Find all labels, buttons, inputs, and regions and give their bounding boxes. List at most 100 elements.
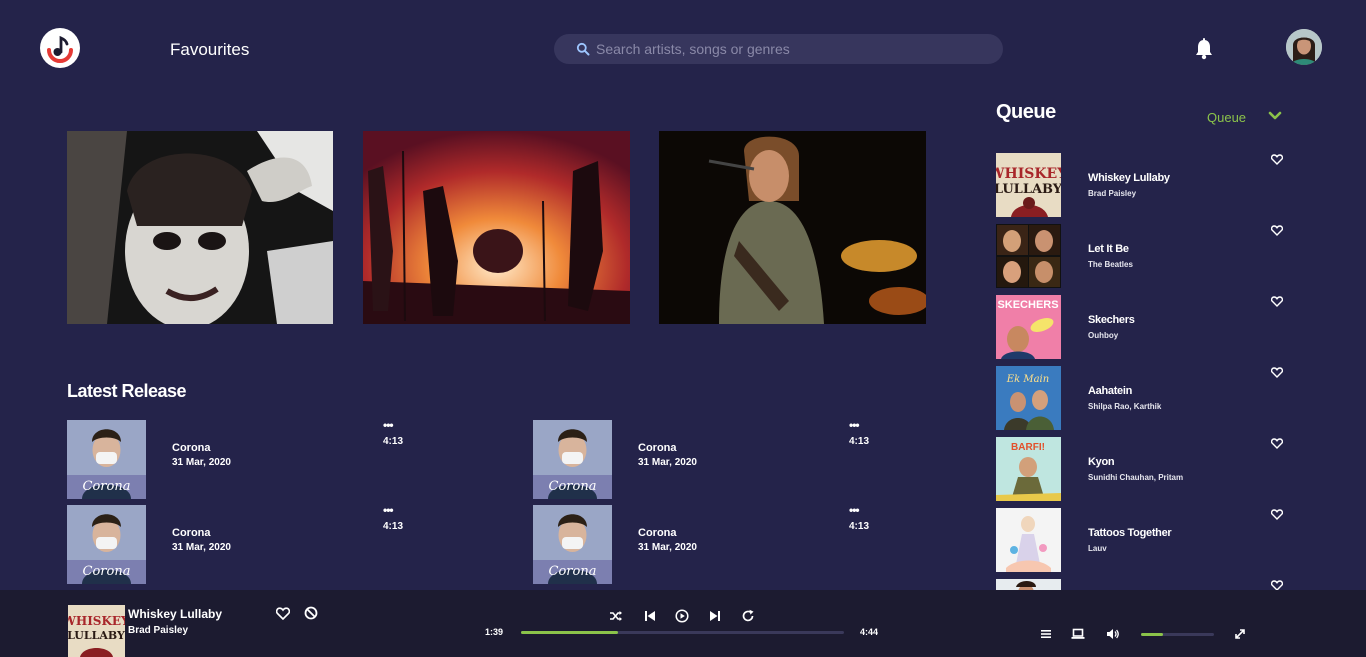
- heart-icon[interactable]: [1271, 367, 1283, 378]
- shuffle-button[interactable]: [609, 609, 623, 623]
- user-avatar[interactable]: [1286, 29, 1322, 65]
- block-button[interactable]: [304, 606, 318, 620]
- queue-item-title: Kyon: [1088, 456, 1115, 468]
- play-icon: [675, 609, 689, 623]
- queue-cover[interactable]: [996, 224, 1061, 288]
- corona-cover-image: Corona: [67, 420, 146, 499]
- queue-dropdown[interactable]: Queue: [1207, 110, 1246, 125]
- like-button[interactable]: [276, 607, 290, 620]
- release-item[interactable]: Corona Corona 31 Mar, 2020 ••• 4:13: [533, 503, 953, 585]
- block-icon: [304, 606, 318, 620]
- svg-text:Ek Main: Ek Main: [1006, 374, 1049, 385]
- featured-image: [67, 131, 333, 324]
- queue-cover[interactable]: [996, 579, 1061, 590]
- svg-text:WHISKEY: WHISKEY: [996, 166, 1061, 182]
- release-cover[interactable]: Corona: [533, 420, 612, 499]
- corona-cover-image: Corona: [533, 420, 612, 499]
- queue-cover[interactable]: BARFI!: [996, 437, 1061, 501]
- search-bar[interactable]: [554, 34, 1003, 64]
- release-item[interactable]: Corona Corona 31 Mar, 2020 ••• 4:13: [67, 418, 487, 500]
- play-button[interactable]: [675, 609, 689, 623]
- more-options-button[interactable]: •••: [849, 503, 860, 517]
- device-button[interactable]: [1071, 628, 1085, 640]
- repeat-button[interactable]: [741, 609, 755, 623]
- release-cover[interactable]: Corona: [67, 505, 146, 584]
- queue-item[interactable]: Tattoos Together Lauv: [996, 508, 1296, 573]
- queue-cover[interactable]: Ek Main: [996, 366, 1061, 430]
- queue-title: Queue: [996, 101, 1056, 123]
- release-title: Corona: [638, 442, 677, 454]
- avatar-image: [1286, 29, 1322, 65]
- release-cover[interactable]: Corona: [67, 420, 146, 499]
- svg-text:Corona: Corona: [549, 479, 597, 494]
- volume-slider[interactable]: [1141, 633, 1214, 636]
- elapsed-time: 1:39: [485, 627, 504, 637]
- now-playing-title: Whiskey Lullaby: [128, 607, 223, 621]
- skip-forward-icon: [710, 611, 720, 621]
- release-title: Corona: [172, 527, 211, 539]
- release-item[interactable]: Corona Corona 31 Mar, 2020 ••• 4:13: [67, 503, 487, 585]
- app-logo[interactable]: [40, 28, 80, 68]
- heart-icon[interactable]: [1271, 154, 1283, 165]
- release-duration: 4:13: [383, 436, 404, 447]
- previous-button[interactable]: [643, 609, 657, 623]
- queue-cover[interactable]: WHISKEY LULLABY: [996, 153, 1061, 217]
- featured-card[interactable]: [67, 131, 333, 324]
- heart-icon[interactable]: [1271, 438, 1283, 449]
- queue-item[interactable]: Ek Main Aahatein Shilpa Rao, Karthik: [996, 366, 1296, 431]
- heart-icon: [276, 607, 290, 620]
- release-title: Corona: [172, 442, 211, 454]
- corona-cover-image: Corona: [67, 505, 146, 584]
- queue-item[interactable]: [996, 579, 1296, 590]
- album-cover-image: [996, 224, 1061, 288]
- search-input[interactable]: [596, 41, 976, 57]
- player-bar: WHISKEY LULLABY Whiskey Lullaby Brad Pai…: [0, 590, 1366, 657]
- queue-item[interactable]: WHISKEY LULLABY Whiskey Lullaby Brad Pai…: [996, 153, 1296, 218]
- fullscreen-button[interactable]: [1234, 628, 1248, 640]
- total-time: 4:44: [860, 627, 879, 637]
- release-cover[interactable]: Corona: [533, 505, 612, 584]
- volume-icon: [1107, 629, 1119, 639]
- release-date: 31 Mar, 2020: [638, 542, 697, 553]
- queue-list[interactable]: WHISKEY LULLABY Whiskey Lullaby Brad Pai…: [996, 153, 1296, 590]
- volume-button[interactable]: [1106, 628, 1120, 640]
- more-options-button[interactable]: •••: [849, 418, 860, 432]
- queue-item[interactable]: Let It Be The Beatles: [996, 224, 1296, 289]
- queue-cover[interactable]: SKECHERS: [996, 295, 1061, 359]
- queue-item-artist: Shilpa Rao, Karthik: [1088, 402, 1162, 411]
- heart-icon[interactable]: [1271, 296, 1283, 307]
- album-cover-image: [996, 508, 1061, 572]
- queue-item-title: Aahatein: [1088, 385, 1133, 397]
- album-cover-image: Ek Main: [996, 366, 1061, 430]
- chevron-down-icon[interactable]: [1268, 110, 1282, 122]
- queue-cover[interactable]: [996, 508, 1061, 572]
- featured-card[interactable]: [363, 131, 630, 324]
- more-options-button[interactable]: •••: [383, 418, 394, 432]
- page-title: Favourites: [170, 40, 250, 59]
- heart-icon[interactable]: [1271, 509, 1283, 520]
- heart-icon[interactable]: [1271, 225, 1283, 236]
- queue-item-artist: Ouhboy: [1088, 331, 1119, 340]
- next-button[interactable]: [708, 609, 722, 623]
- svg-text:Corona: Corona: [83, 564, 131, 579]
- queue-item-title: Whiskey Lullaby: [1088, 172, 1170, 184]
- svg-text:SKECHERS: SKECHERS: [997, 299, 1058, 311]
- heart-icon[interactable]: [1271, 580, 1283, 590]
- corona-cover-image: Corona: [533, 505, 612, 584]
- queue-item-artist: The Beatles: [1088, 260, 1133, 269]
- queue-item-title: Let It Be: [1088, 243, 1129, 255]
- release-date: 31 Mar, 2020: [172, 457, 231, 468]
- notifications-button[interactable]: [1194, 38, 1214, 60]
- queue-button[interactable]: [1040, 628, 1054, 640]
- seek-bar[interactable]: [521, 631, 844, 634]
- more-options-button[interactable]: •••: [383, 503, 394, 517]
- queue-item[interactable]: BARFI! Kyon Sunidhi Chauhan, Pritam: [996, 437, 1296, 502]
- list-icon: [1041, 630, 1051, 638]
- now-playing-cover[interactable]: WHISKEY LULLABY: [68, 605, 125, 657]
- featured-card[interactable]: [659, 131, 926, 324]
- release-duration: 4:13: [849, 521, 870, 532]
- queue-item[interactable]: SKECHERS Skechers Ouhboy: [996, 295, 1296, 360]
- album-cover-image: [996, 579, 1061, 590]
- search-icon: [576, 42, 590, 56]
- release-item[interactable]: Corona Corona 31 Mar, 2020 ••• 4:13: [533, 418, 953, 500]
